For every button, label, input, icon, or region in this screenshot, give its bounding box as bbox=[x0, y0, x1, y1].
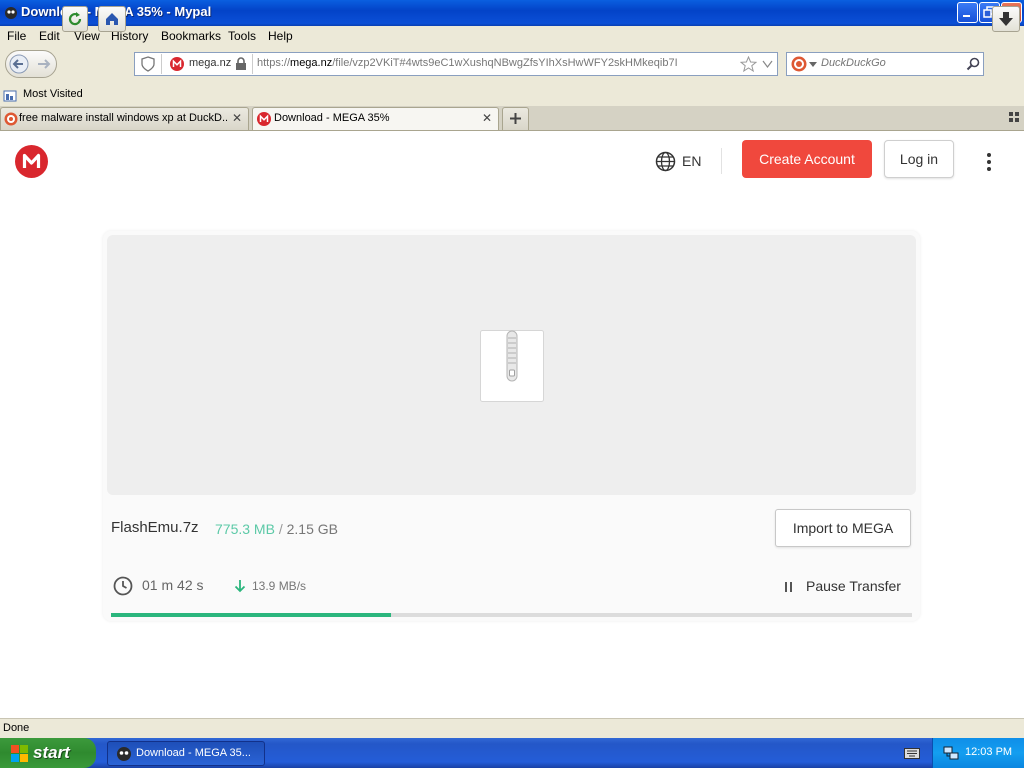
reload-icon bbox=[68, 12, 82, 26]
import-to-mega-button[interactable]: Import to MEGA bbox=[775, 509, 911, 547]
new-tab-button[interactable] bbox=[502, 107, 529, 130]
tab-bar: free malware install windows xp at DuckD… bbox=[0, 106, 1024, 131]
file-name: FlashEmu.7z bbox=[111, 519, 199, 536]
download-arrow-icon bbox=[999, 12, 1013, 26]
download-speed: 13.9 MB/s bbox=[252, 579, 307, 593]
globe-icon bbox=[655, 151, 676, 172]
header-divider bbox=[721, 148, 722, 174]
language-label: EN bbox=[682, 153, 702, 169]
url-prefix: https:// bbox=[257, 57, 291, 69]
size-separator: / bbox=[278, 521, 283, 537]
download-speed-arrow-icon bbox=[234, 580, 246, 593]
file-size: 775.3 MB / 2.15 GB bbox=[215, 521, 338, 537]
keyboard-icon[interactable] bbox=[904, 746, 920, 760]
network-icon[interactable] bbox=[943, 745, 959, 761]
bookmark-star-icon[interactable] bbox=[740, 56, 757, 73]
dropdown-arrow-icon[interactable] bbox=[762, 60, 773, 68]
shield-icon[interactable] bbox=[141, 56, 155, 72]
mega-favicon bbox=[257, 112, 271, 126]
downloads-button[interactable] bbox=[992, 6, 1020, 32]
seconds-unit: s bbox=[196, 577, 204, 593]
tab-label: free malware install windows xp at DuckD… bbox=[19, 112, 227, 124]
mega-favicon bbox=[170, 57, 184, 71]
tab-mega-download[interactable]: Download - MEGA 35% ✕ bbox=[252, 107, 499, 130]
tab-groups-icon[interactable] bbox=[1009, 112, 1019, 122]
home-button[interactable] bbox=[98, 6, 126, 32]
time-remaining: 01 m 42 s bbox=[142, 577, 204, 593]
total-size: 2.15 GB bbox=[286, 521, 338, 537]
status-text: Done bbox=[3, 722, 30, 734]
search-input[interactable] bbox=[821, 55, 961, 71]
duckduckgo-favicon bbox=[4, 112, 18, 126]
address-bar[interactable]: mega.nz https://mega.nz/file/vzp2VKiT#4w… bbox=[134, 52, 778, 76]
progress-bar bbox=[111, 613, 912, 617]
pause-transfer-button[interactable]: Pause Transfer bbox=[780, 577, 901, 597]
windows-logo-icon bbox=[11, 745, 28, 762]
login-button[interactable]: Log in bbox=[884, 140, 954, 178]
site-identity[interactable]: mega.nz bbox=[161, 54, 253, 74]
time-seconds: 42 bbox=[177, 577, 193, 593]
url-text[interactable]: https://mega.nz/file/vzp2VKiT#4wts9eC1wX… bbox=[257, 57, 678, 69]
plus-icon bbox=[510, 113, 521, 124]
search-bar[interactable] bbox=[786, 52, 984, 76]
minutes-unit: m bbox=[161, 577, 174, 593]
mypal-app-icon bbox=[5, 7, 17, 19]
most-visited-label: Most Visited bbox=[23, 88, 83, 100]
title-bar: Download - MEGA 35% - Mypal bbox=[0, 0, 1024, 26]
reload-button[interactable] bbox=[62, 6, 88, 32]
tab-label: Download - MEGA 35% bbox=[274, 112, 390, 124]
menu-tools[interactable]: Tools bbox=[228, 29, 256, 43]
search-icon[interactable] bbox=[966, 57, 980, 71]
menu-file[interactable]: File bbox=[7, 29, 26, 43]
taskbar-window-button[interactable]: Download - MEGA 35... bbox=[107, 741, 265, 766]
folder-icon bbox=[3, 90, 17, 102]
pause-label: Pause Transfer bbox=[806, 578, 901, 594]
start-label: start bbox=[33, 743, 70, 762]
menu-edit[interactable]: Edit bbox=[39, 29, 60, 43]
minimize-button[interactable] bbox=[957, 2, 978, 23]
mypal-app-icon bbox=[117, 747, 131, 761]
clock-icon bbox=[113, 576, 133, 596]
forward-arrow-icon[interactable] bbox=[36, 56, 52, 72]
bookmarks-bar: Most Visited bbox=[0, 84, 1024, 106]
start-button[interactable]: start bbox=[0, 738, 96, 768]
archive-file-icon bbox=[480, 330, 544, 402]
tab-close-icon[interactable]: ✕ bbox=[232, 111, 242, 125]
back-arrow-icon[interactable] bbox=[9, 54, 29, 74]
engine-dropdown-icon[interactable] bbox=[809, 62, 817, 67]
tab-duckduckgo[interactable]: free malware install windows xp at DuckD… bbox=[0, 107, 249, 130]
clock: 12:03 PM bbox=[965, 746, 1013, 758]
status-bar: Done bbox=[0, 718, 1024, 739]
url-path: /file/vzp2VKiT#4wts9eC1wXushqNBwgZfsYIhX… bbox=[332, 57, 678, 69]
home-icon bbox=[106, 13, 118, 25]
time-minutes: 01 bbox=[142, 577, 158, 593]
menu-bar: File Edit View History Bookmarks Tools H… bbox=[0, 26, 1024, 46]
menu-bookmarks[interactable]: Bookmarks bbox=[161, 29, 221, 43]
site-label: mega.nz bbox=[189, 57, 232, 69]
tab-close-icon[interactable]: ✕ bbox=[482, 111, 492, 125]
system-tray: 12:03 PM bbox=[932, 738, 1024, 768]
more-menu-icon[interactable] bbox=[985, 152, 993, 172]
create-account-button[interactable]: Create Account bbox=[742, 140, 872, 178]
taskbar-window-label: Download - MEGA 35... bbox=[136, 747, 251, 759]
url-domain: mega.nz bbox=[290, 57, 333, 69]
back-forward-group bbox=[5, 50, 57, 78]
duckduckgo-icon[interactable] bbox=[791, 56, 807, 72]
pause-icon bbox=[785, 582, 792, 592]
mega-logo[interactable] bbox=[15, 145, 48, 178]
menu-help[interactable]: Help bbox=[268, 29, 293, 43]
progress-fill bbox=[111, 613, 392, 617]
lock-icon bbox=[236, 57, 246, 70]
minimize-icon bbox=[963, 15, 970, 17]
downloaded-size: 775.3 MB bbox=[215, 521, 275, 537]
